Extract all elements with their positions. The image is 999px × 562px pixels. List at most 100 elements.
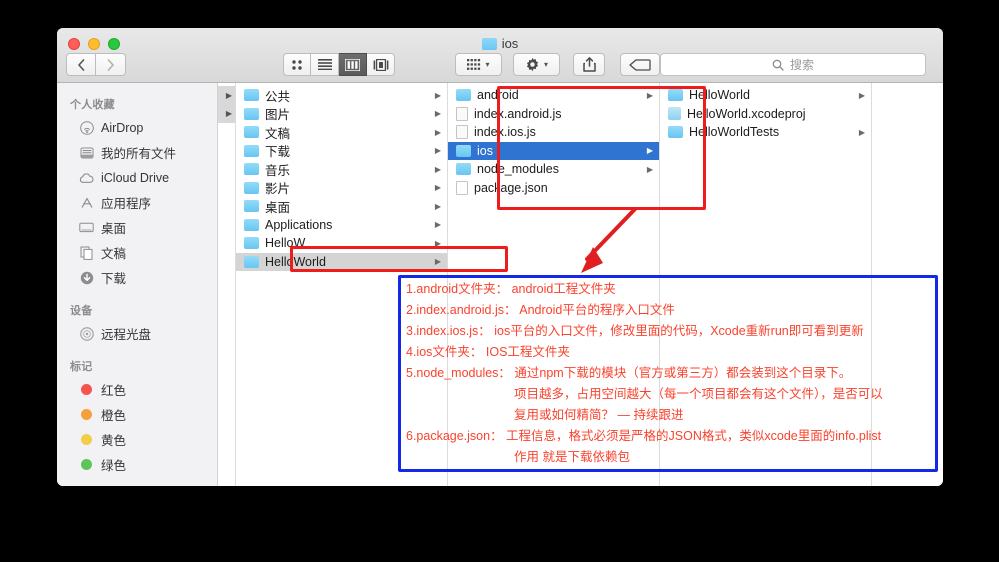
list-item[interactable]: 下载 ▶	[236, 142, 447, 161]
list-item[interactable]: HelloWorld ▶	[660, 86, 871, 105]
gallery-view-icon	[373, 58, 388, 71]
list-item[interactable]: android ▶	[448, 86, 659, 105]
disclosure-arrow-icon: ▶	[646, 90, 653, 100]
sidebar-item-label: 橙色	[101, 409, 127, 423]
sidebar-item-applications[interactable]: 应用程序	[57, 190, 217, 215]
chevron-left-icon	[77, 58, 84, 71]
view-mode-buttons	[283, 53, 395, 76]
sidebar-item-documents[interactable]: 文稿	[57, 240, 217, 265]
sidebar-item-label: 红色	[101, 384, 127, 398]
window-title-text: ios	[501, 36, 519, 51]
list-item-label: 文稿	[265, 126, 291, 141]
list-item[interactable]: 音乐 ▶	[236, 160, 447, 179]
annotation-line-4: 4.ios文件夹： IOS工程文件夹	[406, 345, 570, 359]
action-button[interactable]: ▾	[513, 53, 560, 76]
sidebar-item-label: 应用程序	[101, 197, 152, 211]
stub-disclosure-row[interactable]: ▶	[218, 86, 235, 105]
icon-view-icon	[292, 59, 302, 70]
disclosure-arrow-icon: ▶	[434, 201, 441, 211]
list-item[interactable]: index.ios.js	[448, 123, 659, 142]
folder-icon	[244, 200, 259, 213]
list-item[interactable]: Applications ▶	[236, 216, 447, 235]
sidebar-item-tag-orange[interactable]: 橙色	[57, 402, 217, 427]
column-view-button[interactable]	[339, 53, 367, 76]
sidebar-item-airdrop[interactable]: AirDrop	[57, 115, 217, 140]
list-item[interactable]: HelloWorld.xcodeproj	[660, 105, 871, 124]
list-item[interactable]: 影片 ▶	[236, 179, 447, 198]
arrange-button[interactable]: ▾	[455, 53, 502, 76]
sidebar-item-tag-yellow[interactable]: 黄色	[57, 427, 217, 452]
sidebar-item-all-my-files[interactable]: 我的所有文件	[57, 140, 217, 165]
tag-dot-icon	[79, 407, 94, 422]
disclosure-arrow-icon: ▶	[434, 146, 441, 156]
disclosure-arrow-icon: ▶	[434, 127, 441, 137]
icon-view-button[interactable]	[283, 53, 311, 76]
navigation-buttons	[66, 53, 126, 76]
disclosure-arrow-icon: ▶	[646, 146, 653, 156]
search-placeholder: 搜索	[789, 58, 814, 72]
folder-icon	[244, 126, 259, 139]
list-item-label: package.json	[474, 180, 548, 195]
folder-icon	[244, 144, 259, 157]
documents-icon	[79, 245, 94, 260]
folder-icon	[244, 89, 259, 102]
folder-icon	[456, 163, 471, 176]
annotation-line-2: 2.index.android.js： Android平台的程序入口文件	[406, 303, 675, 317]
list-item[interactable]: HelloW ▶	[236, 234, 447, 253]
folder-icon	[244, 181, 259, 194]
back-button[interactable]	[66, 53, 96, 76]
stub-disclosure-row[interactable]: ▶	[218, 104, 235, 123]
sidebar-item-downloads[interactable]: 下载	[57, 265, 217, 290]
sidebar-item-tag-green[interactable]: 绿色	[57, 452, 217, 477]
window-title: ios	[57, 36, 943, 51]
list-item-helloworld[interactable]: HelloWorld ▶	[236, 252, 447, 271]
list-item-label: HelloWorld.xcodeproj	[687, 106, 806, 121]
sidebar-item-label: AirDrop	[101, 120, 144, 135]
downloads-icon	[79, 270, 94, 285]
share-button[interactable]	[573, 53, 605, 76]
sidebar-item-label: 我的所有文件	[101, 147, 177, 161]
list-item-label: 影片	[265, 182, 291, 197]
search-field[interactable]: 搜索	[660, 53, 926, 76]
file-icon	[456, 106, 468, 121]
sidebar-item-label: 桌面	[101, 222, 127, 236]
list-item[interactable]: 公共 ▶	[236, 86, 447, 105]
sidebar-item-tag-red[interactable]: 红色	[57, 377, 217, 402]
list-item[interactable]: 图片 ▶	[236, 105, 447, 124]
list-item[interactable]: package.json	[448, 179, 659, 198]
gallery-view-button[interactable]	[367, 53, 395, 76]
disclosure-arrow-icon: ▶	[858, 90, 865, 100]
folder-icon	[244, 255, 259, 268]
tag-dot-icon	[79, 432, 94, 447]
list-item[interactable]: index.android.js	[448, 105, 659, 124]
list-item-ios[interactable]: ios ▶	[448, 141, 659, 160]
sidebar-item-icloud-drive[interactable]: iCloud Drive	[57, 165, 217, 190]
chevron-right-icon	[107, 58, 114, 71]
list-view-button[interactable]	[311, 53, 339, 76]
list-item[interactable]: node_modules ▶	[448, 160, 659, 179]
finder-toolbar: ▾ ▾ 搜索	[57, 50, 943, 83]
sidebar-item-desktop[interactable]: 桌面	[57, 215, 217, 240]
disclosure-arrow-icon: ▶	[858, 127, 865, 137]
list-item[interactable]: 桌面 ▶	[236, 197, 447, 216]
annotation-line-9: 作用 就是下载依赖包	[514, 450, 630, 464]
sidebar-item-remote-disc[interactable]: 远程光盘	[57, 321, 217, 346]
list-item-label: HelloWorld	[265, 254, 326, 269]
arrange-grid-icon	[467, 58, 481, 70]
annotation-text: 1.android文件夹： android工程文件夹 2.index.andro…	[406, 279, 883, 468]
folder-icon	[481, 37, 497, 50]
tag-button[interactable]	[620, 53, 660, 76]
list-item-label: android	[477, 88, 519, 103]
list-item-label: 图片	[265, 108, 291, 123]
forward-button[interactable]	[96, 53, 126, 76]
annotation-line-6: 项目越多，占用空间越大（每一个项目都会有这个文件），是否可以	[514, 387, 883, 401]
list-item[interactable]: 文稿 ▶	[236, 123, 447, 142]
sidebar-item-label: 黄色	[101, 434, 127, 448]
list-item[interactable]: HelloWorldTests ▶	[660, 123, 871, 142]
list-view-icon	[317, 59, 332, 70]
annotation-line-8: 6.package.json： 工程信息，格式必须是严格的JSON格式，类似xc…	[406, 429, 882, 443]
chevron-down-icon: ▾	[543, 60, 548, 69]
folder-icon	[668, 126, 683, 139]
sidebar-item-label: 文稿	[101, 247, 127, 261]
disclosure-arrow-icon: ▶	[434, 183, 441, 193]
